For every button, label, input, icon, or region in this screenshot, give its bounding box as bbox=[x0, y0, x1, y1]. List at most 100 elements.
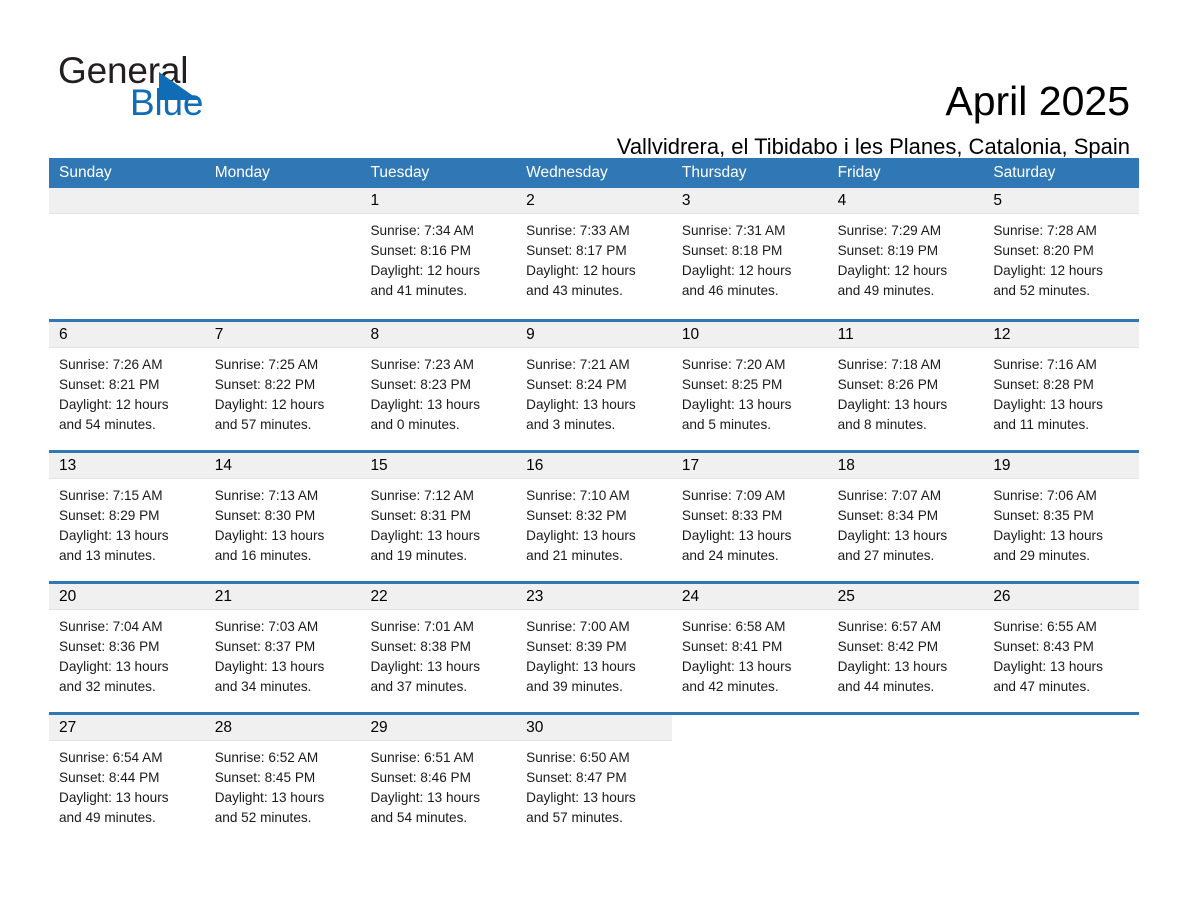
day-number: 8 bbox=[370, 326, 380, 343]
sunrise-time: Sunrise: 7:13 AM bbox=[214, 488, 319, 503]
day-number: 10 bbox=[681, 326, 700, 343]
day-sun-info: Sunrise: 6:54 AM Sunset: 8:44 PM Daylight:… bbox=[49, 741, 205, 828]
day-number-band bbox=[49, 188, 205, 214]
calendar-day-cell[interactable]: 15 Sunrise: 7:12 AM Sunset: 8:31 PM Dayligh… bbox=[360, 453, 517, 581]
calendar-day-cell[interactable]: 7 Sunrise: 7:25 AM Sunset: 8:22 PM Daylight… bbox=[204, 322, 361, 450]
day-sun-info: Sunrise: 7:06 AM Sunset: 8:35 PM Daylight:… bbox=[983, 479, 1139, 566]
day-sun-info: Sunrise: 7:33 AM Sunset: 8:17 PM Daylight:… bbox=[516, 214, 672, 301]
daylight-duration-line2: and 44 minutes. bbox=[837, 679, 935, 694]
calendar-day-cell[interactable]: 11 Sunrise: 7:18 AM Sunset: 8:26 PM Dayligh… bbox=[827, 322, 984, 450]
calendar-day-cell[interactable]: 5 Sunrise: 7:28 AM Sunset: 8:20 PM Daylight… bbox=[983, 188, 1140, 319]
logo-text-blue: Blue bbox=[130, 82, 204, 123]
daylight-duration-line1: Daylight: 12 hours bbox=[370, 263, 481, 278]
calendar-day-cell[interactable]: 28 Sunrise: 6:52 AM Sunset: 8:45 PM Dayligh… bbox=[204, 715, 361, 843]
calendar-day-cell-empty bbox=[827, 715, 984, 843]
sunrise-time: Sunrise: 6:54 AM bbox=[59, 750, 163, 765]
calendar-day-cell[interactable]: 1 Sunrise: 7:34 AM Sunset: 8:16 PM Daylight… bbox=[360, 188, 517, 319]
calendar-day-cell[interactable]: 24 Sunrise: 6:58 AM Sunset: 8:41 PM Dayligh… bbox=[671, 584, 828, 712]
calendar-day-cell[interactable]: 9 Sunrise: 7:21 AM Sunset: 8:24 PM Daylight… bbox=[516, 322, 672, 450]
calendar-day-cell[interactable]: 2 Sunrise: 7:33 AM Sunset: 8:17 PM Daylight… bbox=[516, 188, 672, 319]
calendar-day-cell[interactable]: 12 Sunrise: 7:16 AM Sunset: 8:28 PM Dayligh… bbox=[983, 322, 1140, 450]
sunset-time: Sunset: 8:29 PM bbox=[59, 508, 160, 523]
day-number-band: 4 bbox=[827, 188, 984, 214]
sunrise-time: Sunrise: 7:20 AM bbox=[681, 357, 786, 372]
weekday-header-monday: Monday bbox=[214, 164, 270, 181]
day-number-band: 17 bbox=[671, 453, 828, 479]
day-number: 13 bbox=[59, 457, 77, 474]
sunset-time: Sunset: 8:44 PM bbox=[59, 770, 160, 785]
calendar-day-cell[interactable]: 3 Sunrise: 7:31 AM Sunset: 8:18 PM Daylight… bbox=[671, 188, 828, 319]
sunset-time: Sunset: 8:38 PM bbox=[370, 639, 471, 654]
calendar-day-cell[interactable]: 10 Sunrise: 7:20 AM Sunset: 8:25 PM Dayligh… bbox=[671, 322, 828, 450]
calendar-day-cell[interactable]: 26 Sunrise: 6:55 AM Sunset: 8:43 PM Dayligh… bbox=[983, 584, 1140, 712]
day-number-band: 25 bbox=[827, 584, 984, 610]
day-sun-info: Sunrise: 6:57 AM Sunset: 8:42 PM Daylight:… bbox=[828, 610, 984, 697]
sunset-time: Sunset: 8:39 PM bbox=[526, 639, 627, 654]
calendar-day-cell[interactable]: 30 Sunrise: 6:50 AM Sunset: 8:47 PM Dayligh… bbox=[516, 715, 672, 843]
day-number-band: 18 bbox=[827, 453, 984, 479]
daylight-duration-line2: and 29 minutes. bbox=[993, 548, 1091, 563]
day-number-band: 2 bbox=[516, 188, 672, 214]
day-number-band: 9 bbox=[516, 322, 672, 348]
calendar-week-row: 20 Sunrise: 7:04 AM Sunset: 8:36 PM Dayligh… bbox=[49, 581, 1140, 712]
daylight-duration-line2: and 39 minutes. bbox=[526, 679, 623, 694]
daylight-duration-line2: and 8 minutes. bbox=[837, 417, 927, 432]
day-number: 14 bbox=[214, 457, 232, 474]
daylight-duration-line1: Daylight: 13 hours bbox=[370, 659, 481, 674]
day-number: 3 bbox=[681, 192, 691, 209]
sunset-time: Sunset: 8:18 PM bbox=[681, 243, 783, 258]
calendar-day-cell[interactable]: 16 Sunrise: 7:10 AM Sunset: 8:32 PM Dayligh… bbox=[516, 453, 672, 581]
calendar-day-cell[interactable]: 13 Sunrise: 7:15 AM Sunset: 8:29 PM Dayligh… bbox=[49, 453, 205, 581]
calendar-day-cell[interactable]: 21 Sunrise: 7:03 AM Sunset: 8:37 PM Dayligh… bbox=[204, 584, 361, 712]
daylight-duration-line2: and 5 minutes. bbox=[681, 417, 772, 432]
sunrise-time: Sunrise: 7:10 AM bbox=[526, 488, 630, 503]
sunset-time: Sunset: 8:43 PM bbox=[993, 639, 1094, 654]
day-number-band: 20 bbox=[49, 584, 205, 610]
calendar-day-cell[interactable]: 8 Sunrise: 7:23 AM Sunset: 8:23 PM Daylight… bbox=[360, 322, 517, 450]
sunrise-time: Sunrise: 7:06 AM bbox=[993, 488, 1097, 503]
calendar-day-cell[interactable]: 6 Sunrise: 7:26 AM Sunset: 8:21 PM Daylight… bbox=[49, 322, 205, 450]
calendar-day-cell[interactable]: 17 Sunrise: 7:09 AM Sunset: 8:33 PM Dayligh… bbox=[671, 453, 828, 581]
calendar-day-cell[interactable]: 18 Sunrise: 7:07 AM Sunset: 8:34 PM Dayligh… bbox=[827, 453, 984, 581]
day-number-band: 13 bbox=[49, 453, 205, 479]
sunrise-time: Sunrise: 7:12 AM bbox=[370, 488, 474, 503]
sunrise-time: Sunrise: 7:16 AM bbox=[993, 357, 1097, 372]
daylight-duration-line1: Daylight: 13 hours bbox=[59, 528, 169, 543]
calendar-day-cell[interactable]: 22 Sunrise: 7:01 AM Sunset: 8:38 PM Dayligh… bbox=[360, 584, 517, 712]
calendar-weeks: 1 Sunrise: 7:34 AM Sunset: 8:16 PM Daylight… bbox=[49, 188, 1140, 843]
calendar-day-cell[interactable]: 23 Sunrise: 7:00 AM Sunset: 8:39 PM Dayligh… bbox=[516, 584, 672, 712]
daylight-duration-line2: and 47 minutes. bbox=[993, 679, 1091, 694]
calendar-week-row: 6 Sunrise: 7:26 AM Sunset: 8:21 PM Daylight… bbox=[49, 319, 1140, 450]
daylight-duration-line2: and 34 minutes. bbox=[214, 679, 312, 694]
weekday-header-sunday: Sunday bbox=[59, 164, 112, 181]
calendar-day-cell[interactable]: 29 Sunrise: 6:51 AM Sunset: 8:46 PM Dayligh… bbox=[360, 715, 517, 843]
calendar-day-cell[interactable]: 4 Sunrise: 7:29 AM Sunset: 8:19 PM Daylight… bbox=[827, 188, 984, 319]
sunset-time: Sunset: 8:30 PM bbox=[214, 508, 316, 523]
day-number: 21 bbox=[214, 588, 232, 605]
day-number-band: 22 bbox=[360, 584, 517, 610]
sunset-time: Sunset: 8:45 PM bbox=[214, 770, 316, 785]
daylight-duration-line1: Daylight: 13 hours bbox=[59, 659, 169, 674]
sunrise-time: Sunrise: 7:29 AM bbox=[837, 223, 942, 238]
sunset-time: Sunset: 8:35 PM bbox=[993, 508, 1094, 523]
calendar-day-cell-empty bbox=[49, 188, 205, 319]
day-number-band: 19 bbox=[983, 453, 1140, 479]
daylight-duration-line2: and 0 minutes. bbox=[370, 417, 460, 432]
daylight-duration-line1: Daylight: 12 hours bbox=[837, 263, 948, 278]
calendar-day-cell[interactable]: 27 Sunrise: 6:54 AM Sunset: 8:44 PM Dayligh… bbox=[49, 715, 205, 843]
sunrise-time: Sunrise: 7:33 AM bbox=[526, 223, 630, 238]
sunrise-time: Sunrise: 7:15 AM bbox=[59, 488, 163, 503]
daylight-duration-line1: Daylight: 13 hours bbox=[993, 659, 1103, 674]
sunset-time: Sunset: 8:34 PM bbox=[837, 508, 939, 523]
daylight-duration-line1: Daylight: 13 hours bbox=[837, 659, 948, 674]
calendar-day-cell[interactable]: 14 Sunrise: 7:13 AM Sunset: 8:30 PM Dayligh… bbox=[204, 453, 361, 581]
day-sun-info: Sunrise: 6:58 AM Sunset: 8:41 PM Daylight:… bbox=[672, 610, 828, 697]
sunrise-time: Sunrise: 6:58 AM bbox=[681, 619, 786, 634]
general-blue-logo[interactable]: General Blue bbox=[58, 52, 288, 124]
calendar-day-cell[interactable]: 20 Sunrise: 7:04 AM Sunset: 8:36 PM Dayligh… bbox=[49, 584, 205, 712]
calendar-day-cell[interactable]: 25 Sunrise: 6:57 AM Sunset: 8:42 PM Dayligh… bbox=[827, 584, 984, 712]
calendar-day-cell[interactable]: 19 Sunrise: 7:06 AM Sunset: 8:35 PM Dayligh… bbox=[983, 453, 1140, 581]
sunset-time: Sunset: 8:20 PM bbox=[993, 243, 1094, 258]
daylight-duration-line2: and 27 minutes. bbox=[837, 548, 935, 563]
daylight-duration-line1: Daylight: 13 hours bbox=[214, 790, 325, 805]
